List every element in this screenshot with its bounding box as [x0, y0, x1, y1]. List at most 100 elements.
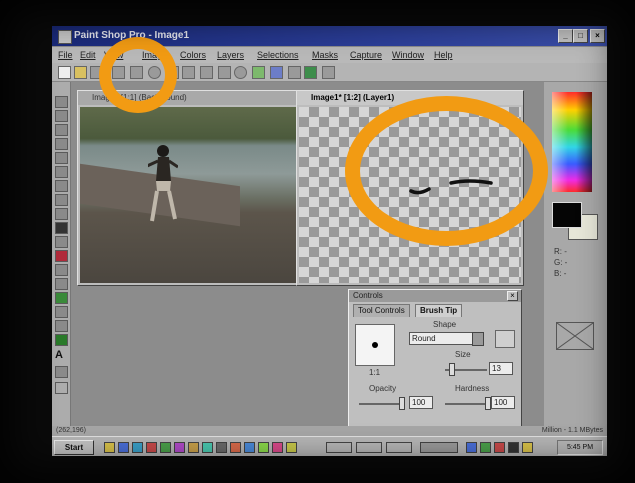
brush-ratio-label: 1:1	[369, 368, 381, 377]
size-slider-knob[interactable]	[449, 363, 455, 376]
menu-colors[interactable]: Colors	[180, 50, 206, 60]
tray-4-icon[interactable]	[508, 442, 519, 453]
selection-tool-icon[interactable]	[55, 166, 68, 178]
paste-icon[interactable]	[200, 66, 213, 79]
quicklaunch-12-icon[interactable]	[258, 442, 269, 453]
menu-file[interactable]: File	[58, 50, 73, 60]
deformation-tool-icon[interactable]	[55, 124, 68, 136]
color-spectrum[interactable]	[552, 92, 592, 192]
tray-1-icon[interactable]	[466, 442, 477, 453]
tray-5-icon[interactable]	[522, 442, 533, 453]
quicklaunch-2-icon[interactable]	[118, 442, 129, 453]
size-input[interactable]: 13	[489, 362, 513, 375]
menu-help[interactable]: Help	[434, 50, 453, 60]
freehand-tool-icon[interactable]	[55, 180, 68, 192]
task-button-paintshop[interactable]	[420, 442, 458, 453]
crop-tool-icon[interactable]	[55, 138, 68, 150]
minimize-button[interactable]: _	[558, 29, 573, 43]
arrow-tool-icon[interactable]	[55, 96, 68, 108]
photo-document-window[interactable]: Image2 [1:1] (Background)	[77, 90, 301, 286]
menu-capture[interactable]: Capture	[350, 50, 382, 60]
quicklaunch-6-icon[interactable]	[174, 442, 185, 453]
brush-dot-icon	[372, 342, 378, 348]
scratch-remover-tool-icon[interactable]	[55, 278, 68, 290]
shape-label: Shape	[433, 320, 457, 329]
opacity-slider-knob[interactable]	[399, 397, 405, 410]
tray-2-icon[interactable]	[480, 442, 491, 453]
zoom-tool-icon[interactable]	[55, 110, 68, 122]
menu-selections[interactable]: Selections	[257, 50, 299, 60]
quicklaunch-5-icon[interactable]	[160, 442, 171, 453]
hardness-input[interactable]: 100	[491, 396, 515, 409]
photo-image[interactable]	[80, 107, 298, 283]
task-button-1[interactable]	[326, 442, 352, 453]
quicklaunch-10-icon[interactable]	[230, 442, 241, 453]
help-icon[interactable]	[322, 66, 335, 79]
menu-masks[interactable]: Masks	[312, 50, 338, 60]
close-button[interactable]: ×	[590, 29, 605, 43]
magic-wand-tool-icon[interactable]	[55, 194, 68, 206]
mover-tool-icon[interactable]	[55, 152, 68, 164]
menu-window[interactable]: Window	[392, 50, 424, 60]
retouch-tool-icon[interactable]	[55, 264, 68, 276]
memory-status: Million - 1.1 MBytes	[541, 427, 603, 434]
layers-toggle-icon[interactable]	[270, 66, 283, 79]
tab-brush-tip[interactable]: Brush Tip	[415, 304, 463, 317]
girl-silhouette	[148, 145, 178, 222]
quicklaunch-11-icon[interactable]	[244, 442, 255, 453]
airbrush-tool-icon[interactable]	[55, 320, 68, 332]
menu-layers[interactable]: Layers	[217, 50, 244, 60]
overview-icon[interactable]	[288, 66, 301, 79]
shape-select[interactable]: Round	[409, 332, 473, 345]
color-palette-panel: R: - G: - B: -	[544, 82, 607, 427]
tray-3-icon[interactable]	[494, 442, 505, 453]
controls-palette[interactable]: Controls × Tool Controls Brush Tip 1:1 S…	[348, 289, 522, 431]
chevron-down-icon[interactable]	[472, 332, 484, 346]
tab-tool-controls[interactable]: Tool Controls	[353, 304, 410, 317]
opacity-input[interactable]: 100	[409, 396, 433, 409]
picture-tube-tool-icon[interactable]	[55, 306, 68, 318]
quicklaunch-4-icon[interactable]	[146, 442, 157, 453]
clone-brush-tool-icon[interactable]	[55, 236, 68, 248]
brush-options-icon[interactable]	[495, 330, 515, 348]
color-replacer-tool-icon[interactable]	[55, 250, 68, 262]
task-button-3[interactable]	[386, 442, 412, 453]
menu-edit[interactable]: Edit	[80, 50, 96, 60]
quicklaunch-3-icon[interactable]	[132, 442, 143, 453]
open-file-icon[interactable]	[74, 66, 87, 79]
eraser-tool-icon[interactable]	[55, 292, 68, 304]
dropper-tool-icon[interactable]	[55, 208, 68, 220]
monitor-icon[interactable]	[218, 66, 231, 79]
paintbrush-tool-icon[interactable]	[55, 222, 68, 234]
task-button-2[interactable]	[356, 442, 382, 453]
quicklaunch-13-icon[interactable]	[272, 442, 283, 453]
new-file-icon[interactable]	[58, 66, 71, 79]
quicklaunch-14-icon[interactable]	[286, 442, 297, 453]
quicklaunch-7-icon[interactable]	[188, 442, 199, 453]
copy-icon[interactable]	[182, 66, 195, 79]
quicklaunch-1-icon[interactable]	[104, 442, 115, 453]
zoom-icon[interactable]	[234, 66, 247, 79]
palette-toggle-icon[interactable]	[252, 66, 265, 79]
annotation-ring-canvas	[345, 96, 548, 246]
color-b-readout: B: -	[554, 269, 567, 278]
quicklaunch-9-icon[interactable]	[216, 442, 227, 453]
preset-shapes-tool-icon[interactable]	[55, 382, 68, 394]
opacity-slider[interactable]	[359, 403, 401, 405]
canvas-document-title: Image1* [1:2] (Layer1)	[311, 93, 395, 102]
text-tool-icon[interactable]: A	[55, 350, 66, 361]
app-icon[interactable]	[58, 30, 72, 44]
taskbar-clock[interactable]: 5:45 PM	[557, 440, 603, 455]
annotation-ring-toolbar	[99, 37, 177, 113]
draw-tool-icon[interactable]	[55, 366, 68, 378]
maximize-button[interactable]: □	[573, 29, 588, 43]
foreground-color-swatch[interactable]	[552, 202, 582, 228]
controls-close-button[interactable]: ×	[507, 291, 518, 301]
hardness-slider[interactable]	[445, 403, 487, 405]
histogram-icon[interactable]	[304, 66, 317, 79]
quicklaunch-8-icon[interactable]	[202, 442, 213, 453]
controls-titlebar[interactable]: Controls ×	[349, 290, 521, 302]
start-button[interactable]: Start	[54, 440, 94, 455]
style-swatch-none-icon[interactable]	[556, 322, 594, 350]
flood-fill-tool-icon[interactable]	[55, 334, 68, 346]
